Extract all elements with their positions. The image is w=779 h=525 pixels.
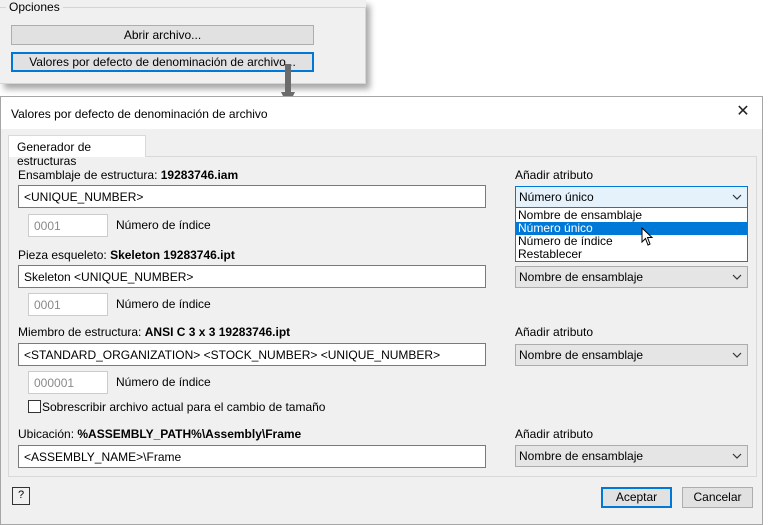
close-icon[interactable]: ✕ (734, 103, 752, 121)
options-group (0, 7, 366, 84)
skeleton-filename: Skeleton 19283746.ipt (110, 248, 235, 262)
naming-defaults-button[interactable]: Valores por defecto de denominación de a… (11, 52, 314, 72)
location-label: Ubicación: %ASSEMBLY_PATH%\Assembly\Fram… (18, 427, 302, 441)
member-add-attribute-label: Añadir atributo (515, 325, 594, 339)
overwrite-checkbox[interactable] (28, 400, 41, 413)
assembly-index-input[interactable]: 0001 (28, 214, 108, 237)
member-name-input[interactable]: <STANDARD_ORGANIZATION> <STOCK_NUMBER> <… (18, 343, 486, 366)
mouse-cursor-icon (641, 227, 654, 246)
skeleton-label: Pieza esqueleto: Skeleton 19283746.ipt (18, 248, 235, 262)
skeleton-attribute-value: Nombre de ensamblaje (519, 270, 644, 284)
overwrite-label: Sobrescribir archivo actual para el camb… (42, 400, 326, 414)
assembly-filename: 19283746.iam (160, 168, 239, 182)
cancel-button[interactable]: Cancelar (682, 487, 753, 508)
assembly-index-label: Número de índice (116, 218, 211, 232)
dialog-title: Valores por defecto de denominación de a… (11, 107, 268, 121)
ok-button[interactable]: Aceptar (601, 487, 672, 508)
member-label: Miembro de estructura: ANSI C 3 x 3 1928… (18, 325, 291, 339)
dropdown-option-reset[interactable]: Restablecer (516, 248, 747, 261)
options-group-title: Opciones (6, 0, 63, 14)
assembly-attribute-value: Número único (519, 190, 594, 204)
member-attribute-value: Nombre de ensamblaje (519, 348, 644, 362)
help-icon[interactable]: ? (12, 487, 30, 505)
chevron-down-icon (732, 274, 742, 280)
chevron-down-icon (732, 352, 742, 358)
location-path: %ASSEMBLY_PATH%\Assembly\Frame (77, 427, 302, 441)
open-file-button[interactable]: Abrir archivo... (11, 25, 314, 45)
chevron-down-icon (732, 194, 742, 200)
location-add-attribute-label: Añadir atributo (515, 427, 594, 441)
member-attribute-combo[interactable]: Nombre de ensamblaje (515, 344, 748, 366)
location-input[interactable]: <ASSEMBLY_NAME>\Frame (18, 445, 486, 468)
member-filename: ANSI C 3 x 3 19283746.ipt (144, 325, 291, 339)
member-index-input[interactable]: 000001 (28, 371, 108, 394)
assembly-add-attribute-label: Añadir atributo (515, 168, 594, 182)
skeleton-attribute-combo[interactable]: Nombre de ensamblaje (515, 266, 748, 288)
location-attribute-combo[interactable]: Nombre de ensamblaje (515, 445, 748, 467)
member-index-label: Número de índice (116, 375, 211, 389)
chevron-down-icon (732, 453, 742, 459)
location-attribute-value: Nombre de ensamblaje (519, 449, 644, 463)
attribute-dropdown-list[interactable]: Nombre de ensamblaje Número único Número… (515, 207, 748, 262)
skeleton-name-input[interactable]: Skeleton <UNIQUE_NUMBER> (18, 265, 486, 288)
options-panel: Opciones Abrir archivo... Valores por de… (0, 0, 366, 84)
assembly-name-input[interactable]: <UNIQUE_NUMBER> (18, 185, 486, 208)
skeleton-index-input[interactable]: 0001 (28, 293, 108, 316)
tab-frame-generator[interactable]: Generador de estructuras (8, 135, 146, 168)
dialog-titlebar: Valores por defecto de denominación de a… (1, 97, 762, 129)
assembly-attribute-combo[interactable]: Número único (515, 186, 748, 208)
skeleton-index-label: Número de índice (116, 297, 211, 311)
assembly-label: Ensamblaje de estructura: 19283746.iam (18, 168, 239, 182)
